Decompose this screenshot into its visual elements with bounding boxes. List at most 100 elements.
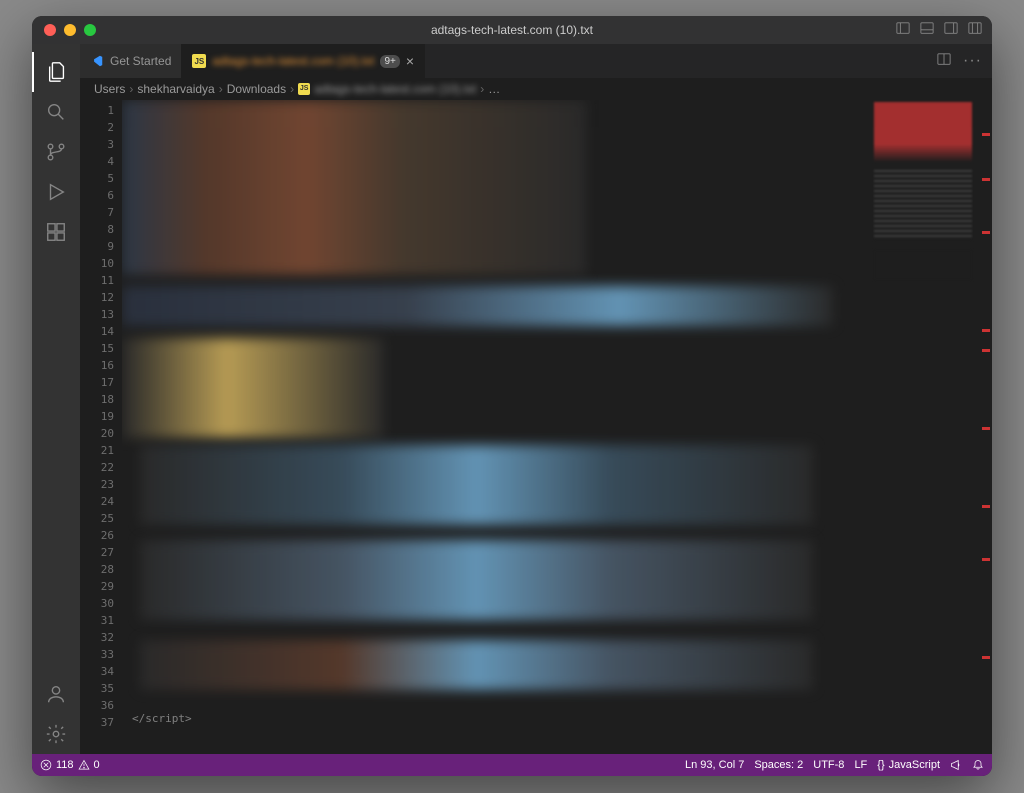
toggle-panel-right-icon[interactable] [944,21,958,40]
extensions-view-button[interactable] [32,212,80,252]
line-number: 27 [80,544,114,561]
line-number: 33 [80,646,114,663]
warning-icon [78,759,90,771]
minimap[interactable] [870,100,980,754]
line-number: 6 [80,187,114,204]
error-marker [982,558,990,561]
line-number: 29 [80,578,114,595]
line-number: 36 [80,697,114,714]
braces-icon: {} [877,759,884,771]
line-number: 1 [80,102,114,119]
app-window: adtags-tech-latest.com (10).txt [32,16,992,776]
line-number: 22 [80,459,114,476]
window-title: adtags-tech-latest.com (10).txt [32,23,992,37]
search-view-button[interactable] [32,92,80,132]
breadcrumb-file[interactable]: adtags-tech-latest.com (10).txt [314,82,476,96]
breadcrumb-segment[interactable]: Users [94,82,125,96]
account-icon [45,683,67,705]
gear-icon [45,723,67,745]
line-number: 32 [80,629,114,646]
line-number: 21 [80,442,114,459]
titlebar[interactable]: adtags-tech-latest.com (10).txt [32,16,992,44]
line-number-gutter[interactable]: 1234567891011121314151617181920212223242… [80,100,122,754]
extensions-icon [45,221,67,243]
breadcrumb-segment[interactable]: Downloads [227,82,286,96]
breadcrumb-symbol[interactable]: … [488,82,500,96]
line-number: 12 [80,289,114,306]
toggle-panel-left-icon[interactable] [896,21,910,40]
status-bar: 118 0 Ln 93, Col 7 Spaces: 2 UTF-8 LF {}… [32,754,992,776]
run-debug-view-button[interactable] [32,172,80,212]
play-icon [45,181,67,203]
redacted-code-block [140,540,813,620]
titlebar-layout-controls [896,21,982,40]
error-marker [982,656,990,659]
redacted-code-block [122,338,384,438]
split-editor-icon[interactable] [937,52,951,71]
editor-actions: ··· [927,44,992,78]
status-eol[interactable]: LF [854,759,867,771]
line-number: 23 [80,476,114,493]
status-notifications-icon[interactable] [972,759,984,771]
chevron-right-icon: › [129,82,133,96]
editor-column: Get Started JS adtags-tech-latest.com (1… [80,44,992,754]
line-number: 31 [80,612,114,629]
language-label: JavaScript [889,759,940,771]
status-encoding[interactable]: UTF-8 [813,759,844,771]
source-control-view-button[interactable] [32,132,80,172]
tab-file-active[interactable]: JS adtags-tech-latest.com (10).txt 9+ × [182,44,425,78]
tab-get-started[interactable]: Get Started [80,44,182,78]
search-icon [45,101,67,123]
breadcrumb-segment[interactable]: shekharvaidya [137,82,214,96]
explorer-view-button[interactable] [32,52,80,92]
customize-layout-icon[interactable] [968,21,982,40]
line-number: 5 [80,170,114,187]
line-number: 26 [80,527,114,544]
tab-close-button[interactable]: × [406,54,414,68]
close-window-button[interactable] [44,24,56,36]
breadcrumb[interactable]: Users › shekharvaidya › Downloads › JS a… [80,78,992,100]
chevron-right-icon: › [219,82,223,96]
minimize-window-button[interactable] [64,24,76,36]
git-branch-icon [45,141,67,163]
zoom-window-button[interactable] [84,24,96,36]
minimap-region [874,250,972,280]
minimap-region [874,102,972,162]
line-number: 25 [80,510,114,527]
line-number: 13 [80,306,114,323]
overview-ruler[interactable] [980,100,992,754]
line-number: 14 [80,323,114,340]
line-number: 30 [80,595,114,612]
window-controls [44,24,96,36]
line-number: 15 [80,340,114,357]
line-number: 4 [80,153,114,170]
settings-button[interactable] [32,714,80,754]
line-number: 9 [80,238,114,255]
status-feedback-icon[interactable] [950,759,962,771]
vscode-icon [90,54,104,68]
redacted-code-block [140,445,813,525]
line-number: 8 [80,221,114,238]
status-language-mode[interactable]: {} JavaScript [877,759,940,771]
accounts-button[interactable] [32,674,80,714]
editor-tabs: Get Started JS adtags-tech-latest.com (1… [80,44,992,78]
error-marker [982,349,990,352]
code-content[interactable]: </script> [122,100,870,754]
line-number: 11 [80,272,114,289]
warning-count: 0 [94,759,100,771]
redacted-code-block [140,640,813,690]
toggle-panel-bottom-icon[interactable] [920,21,934,40]
status-problems[interactable]: 118 0 [40,759,100,771]
status-cursor-position[interactable]: Ln 93, Col 7 [685,759,744,771]
line-number: 34 [80,663,114,680]
more-actions-icon[interactable]: ··· [963,52,982,70]
line-number: 37 [80,714,114,731]
status-indentation[interactable]: Spaces: 2 [754,759,803,771]
line-number: 35 [80,680,114,697]
error-marker [982,231,990,234]
tab-label: Get Started [110,54,171,68]
error-count: 118 [56,759,74,771]
line-number: 24 [80,493,114,510]
error-marker [982,133,990,136]
editor-area: 1234567891011121314151617181920212223242… [80,100,992,754]
